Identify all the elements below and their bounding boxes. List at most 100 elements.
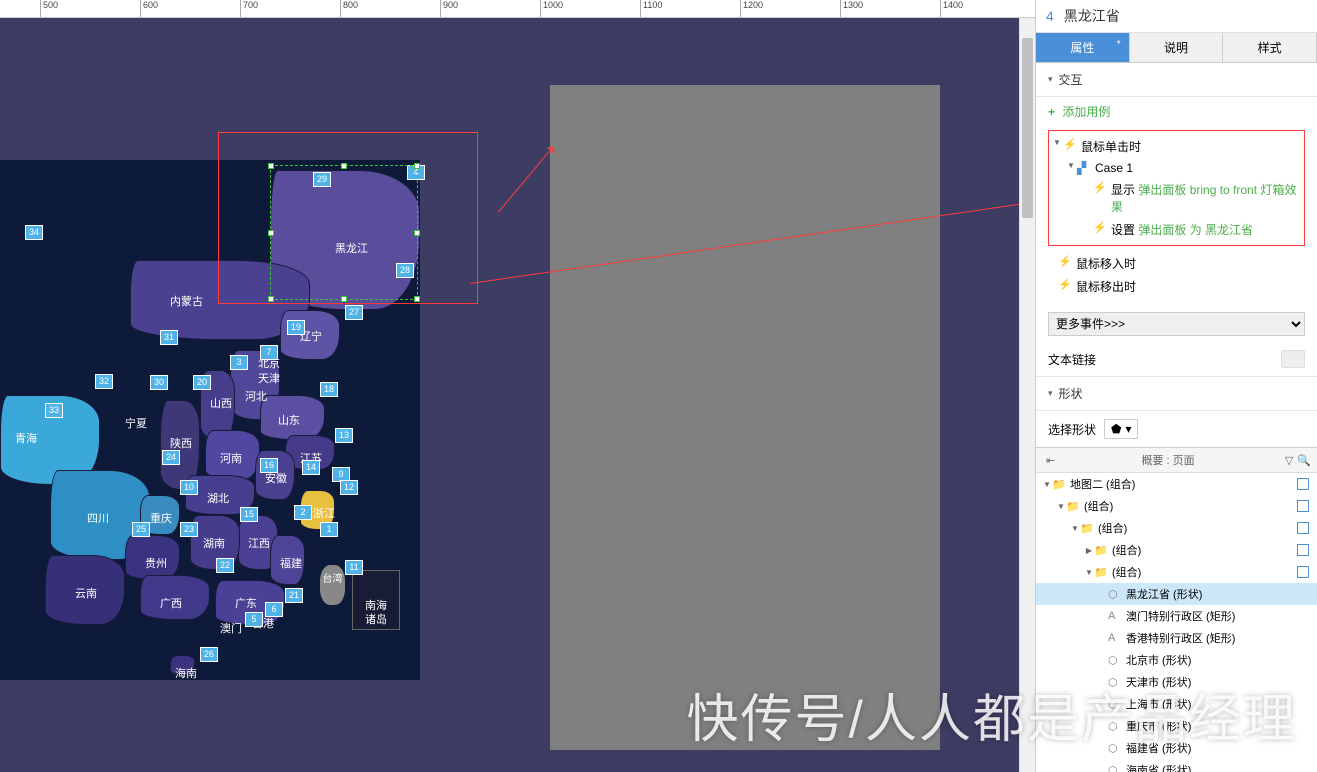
select-shape-label: 选择形状 (1048, 421, 1096, 438)
section-interaction-header[interactable]: ▾ 交互 (1048, 71, 1305, 88)
map-marker[interactable]: 7 (260, 345, 278, 360)
outline-item[interactable]: ⬡重庆市 (形状) (1036, 715, 1317, 737)
province-shape[interactable] (280, 310, 340, 360)
outline-item[interactable]: ⬡天津市 (形状) (1036, 671, 1317, 693)
map-marker[interactable]: 20 (193, 375, 211, 390)
shape-dropdown[interactable]: ⬟ ▾ (1104, 419, 1138, 439)
action-set[interactable]: ⚡ 设置 弹出面板 为 黑龙江省 (1053, 218, 1300, 241)
tab-properties[interactable]: 属性* (1036, 33, 1130, 62)
map-marker[interactable]: 12 (340, 480, 358, 495)
map-marker[interactable]: 25 (132, 522, 150, 537)
outline-item[interactable]: ⬡北京市 (形状) (1036, 649, 1317, 671)
visibility-toggle[interactable] (1297, 478, 1309, 490)
section-shape-header[interactable]: ▾ 形状 (1048, 385, 1305, 402)
chevron-down-icon: ▾ (1048, 388, 1053, 399)
map-marker[interactable]: 10 (180, 480, 198, 495)
nanhai-box[interactable]: 南海 诸岛 (352, 570, 400, 630)
map-marker[interactable]: 5 (245, 612, 263, 627)
map-marker[interactable]: 23 (180, 522, 198, 537)
interaction-tree: ▼⚡ 鼠标单击时 ▼▞ Case 1 ⚡ 显示 弹出面板 bring to fr… (1036, 126, 1317, 306)
outline-item[interactable]: ▼📁(组合) (1036, 561, 1317, 583)
visibility-toggle[interactable] (1297, 500, 1309, 512)
bolt-icon: ⚡ (1058, 278, 1072, 290)
map-marker[interactable]: 18 (320, 382, 338, 397)
chevron-down-icon: ▾ (1048, 74, 1053, 85)
map-marker[interactable]: 30 (150, 375, 168, 390)
province-shape[interactable] (170, 655, 195, 675)
map-marker[interactable]: 24 (162, 450, 180, 465)
map-marker[interactable]: 33 (45, 403, 63, 418)
visibility-toggle[interactable] (1297, 544, 1309, 556)
outline-item[interactable]: ⬡福建省 (形状) (1036, 737, 1317, 759)
outline-collapse-icon[interactable]: ⇤ (1046, 454, 1055, 467)
add-case-button[interactable]: + 添加用例 (1036, 97, 1317, 126)
text-link-label: 文本链接 (1048, 351, 1275, 368)
map-marker[interactable]: 15 (240, 507, 258, 522)
outline-tree[interactable]: ▼📁地图二 (组合)▼📁(组合)▼📁(组合)▶📁(组合)▼📁(组合)⬡黑龙江省 … (1036, 473, 1317, 772)
text-link-row: 文本链接 (1036, 342, 1317, 377)
text-link-badge[interactable] (1281, 350, 1305, 368)
map-marker[interactable]: 31 (160, 330, 178, 345)
outline-title: 概要 : 页面 (1055, 452, 1281, 468)
map-marker[interactable]: 3 (230, 355, 248, 370)
province-shape[interactable] (45, 555, 125, 625)
outline-item[interactable]: ▼📁(组合) (1036, 517, 1317, 539)
province-shape[interactable] (140, 575, 210, 620)
province-shape[interactable] (205, 430, 260, 480)
outline-item[interactable]: ⬡上海市 (形状) (1036, 693, 1317, 715)
visibility-toggle[interactable] (1297, 566, 1309, 578)
case-icon: ▞ (1077, 161, 1091, 173)
ruler-tick: 700 (240, 0, 258, 17)
event-mouse-click[interactable]: ▼⚡ 鼠标单击时 (1053, 135, 1300, 158)
province-shape[interactable] (125, 535, 180, 580)
map-marker[interactable]: 19 (287, 320, 305, 335)
shape-icon: ⬡ (1108, 742, 1122, 755)
map-marker[interactable]: 21 (285, 588, 303, 603)
province-shape[interactable] (270, 535, 305, 585)
map-marker[interactable]: 11 (345, 560, 363, 575)
map-marker[interactable]: 22 (216, 558, 234, 573)
action-show[interactable]: ⚡ 显示 弹出面板 bring to front 灯箱效果 (1053, 178, 1300, 218)
ruler-tick: 600 (140, 0, 158, 17)
province-shape[interactable] (260, 395, 325, 440)
dynamic-panel-popup[interactable] (550, 85, 940, 750)
event-mouse-leave[interactable]: ⚡ 鼠标移出时 (1048, 275, 1305, 298)
bolt-icon: ⚡ (1093, 221, 1107, 233)
china-map[interactable]: 台湾 南海 诸岛 黑龙江内蒙古辽宁北京天津河北山西山东宁夏青海陕西河南江苏安徽湖… (0, 160, 420, 680)
canvas[interactable]: 50060070080090010001100120013001400 台湾 (0, 0, 1035, 772)
ruler-tick: 1100 (640, 0, 662, 17)
outline-item[interactable]: ⬡黑龙江省 (形状) (1036, 583, 1317, 605)
map-marker[interactable]: 32 (95, 374, 113, 389)
map-marker[interactable]: 6 (265, 602, 283, 617)
outline-item[interactable]: ⬡海南省 (形状) (1036, 759, 1317, 772)
search-icon[interactable]: 🔍 (1297, 454, 1311, 467)
taiwan-box[interactable]: 台湾 (320, 565, 345, 605)
map-marker[interactable]: 13 (335, 428, 353, 443)
map-marker[interactable]: 27 (345, 305, 363, 320)
outline-item[interactable]: ▼📁地图二 (组合) (1036, 473, 1317, 495)
map-marker[interactable]: 2 (294, 505, 312, 520)
filter-icon[interactable]: ▽ (1285, 454, 1293, 467)
map-marker[interactable]: 34 (25, 225, 43, 240)
chevron-down-icon: ▾ (1125, 422, 1131, 436)
tab-style[interactable]: 样式 (1223, 33, 1317, 62)
map-marker[interactable]: 1 (320, 522, 338, 537)
outline-item[interactable]: A香港特别行政区 (矩形) (1036, 627, 1317, 649)
event-mouse-enter[interactable]: ⚡ 鼠标移入时 (1048, 252, 1305, 275)
outline-item[interactable]: A澳门特别行政区 (矩形) (1036, 605, 1317, 627)
case-1[interactable]: ▼▞ Case 1 (1053, 158, 1300, 178)
map-marker[interactable]: 16 (260, 458, 278, 473)
map-marker[interactable]: 26 (200, 647, 218, 662)
more-events-dropdown[interactable]: 更多事件>>> (1048, 312, 1305, 336)
visibility-toggle[interactable] (1297, 522, 1309, 534)
more-events-select[interactable]: 更多事件>>> (1048, 312, 1305, 336)
map-marker[interactable]: 14 (302, 460, 320, 475)
selection-box[interactable] (270, 165, 418, 300)
chevron-icon: ▼ (1056, 502, 1066, 511)
scrollbar-thumb[interactable] (1022, 38, 1033, 218)
tab-notes[interactable]: 说明 (1130, 33, 1224, 62)
outline-item[interactable]: ▼📁(组合) (1036, 495, 1317, 517)
scrollbar-vertical[interactable] (1019, 18, 1035, 772)
outline-item[interactable]: ▶📁(组合) (1036, 539, 1317, 561)
ruler-tick: 900 (440, 0, 458, 17)
